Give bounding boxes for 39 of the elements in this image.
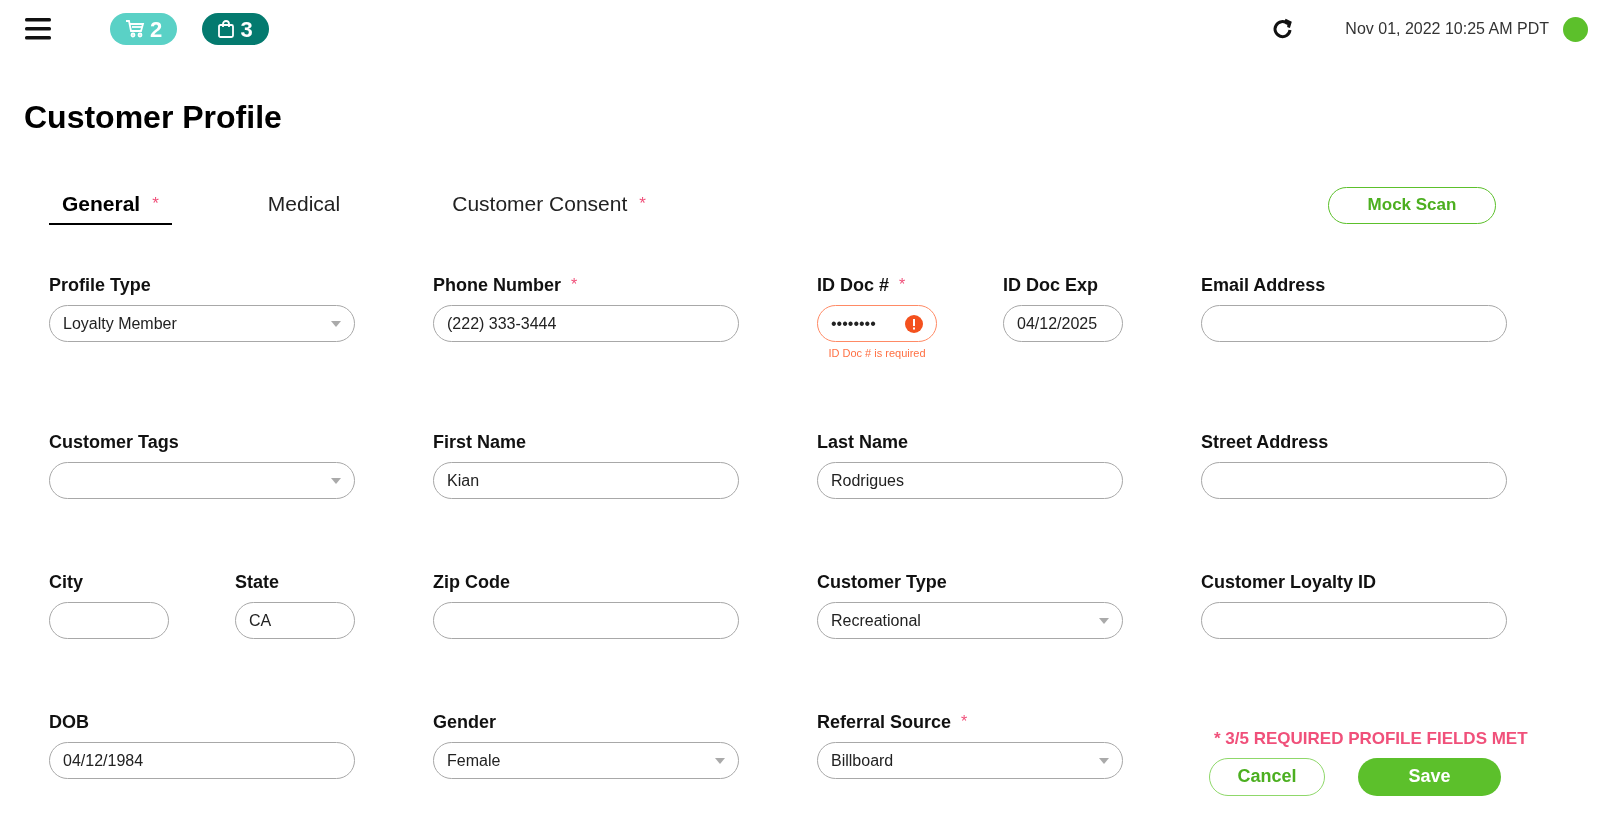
- dropdown-caret-icon: [1099, 617, 1109, 624]
- field-label: City: [49, 570, 83, 594]
- field-label: Email Address: [1201, 273, 1326, 297]
- bag-icon: [218, 20, 235, 38]
- date-time: Nov 01, 2022 10:25 AM PDT: [1345, 19, 1549, 39]
- field-label: DOB: [49, 710, 89, 734]
- field-label: Phone Number: [433, 273, 561, 297]
- required-fields-status: * 3/5 REQUIRED PROFILE FIELDS MET: [1214, 728, 1528, 750]
- tab[interactable]: General *: [49, 185, 172, 225]
- field-label: Zip Code: [433, 570, 510, 594]
- cart-icon: [124, 20, 145, 38]
- field-label: Customer Tags: [49, 430, 179, 454]
- required-mark: *: [152, 193, 159, 216]
- field-label: Street Address: [1201, 430, 1329, 454]
- error-icon: [905, 314, 923, 333]
- field-label: Profile Type: [49, 273, 151, 297]
- dropdown-caret-icon: [331, 320, 341, 327]
- required-mark: *: [899, 275, 906, 295]
- required-mark: *: [571, 275, 578, 295]
- field-label: State: [235, 570, 279, 594]
- field-label: Gender: [433, 710, 497, 734]
- field-label: Customer Type: [817, 570, 947, 594]
- field-label: Customer Loyalty ID: [1201, 570, 1377, 594]
- error-message: ID Doc # is required: [827, 346, 927, 361]
- field-label: First Name: [433, 430, 527, 454]
- bag-badge[interactable]: 3: [202, 13, 269, 45]
- tab[interactable]: Medical: [263, 185, 345, 225]
- field-label: ID Doc #: [817, 273, 890, 297]
- tab[interactable]: Customer Consent *: [448, 185, 650, 225]
- page-title: Customer Profile: [24, 98, 282, 137]
- menu-icon[interactable]: [25, 18, 51, 40]
- field-label: Referral Source: [817, 710, 952, 734]
- dropdown-caret-icon: [1099, 757, 1109, 764]
- required-mark: *: [639, 193, 646, 216]
- dropdown-caret-icon: [331, 477, 341, 484]
- required-mark: *: [961, 712, 968, 732]
- field-label: Last Name: [817, 430, 909, 454]
- field-label: ID Doc Exp: [1003, 273, 1099, 297]
- dropdown-caret-icon: [715, 757, 725, 764]
